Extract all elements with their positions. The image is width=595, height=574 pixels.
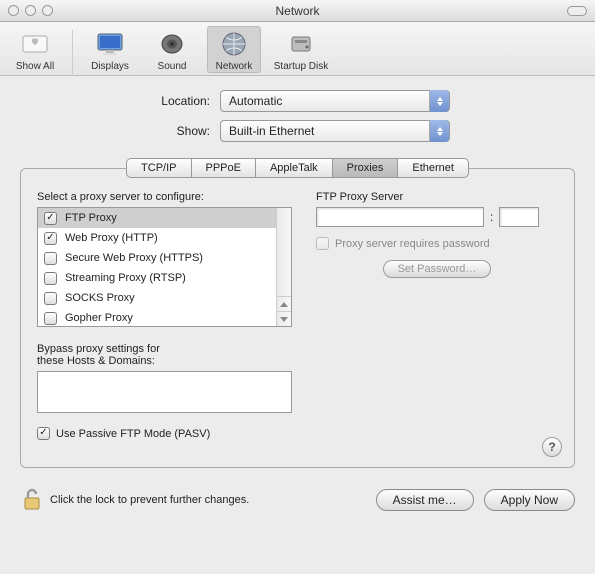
toolbar-label: Displays: [91, 61, 129, 72]
show-value: Built-in Ethernet: [229, 124, 314, 138]
content-area: Location: Automatic Show: Built-in Ether…: [0, 76, 595, 476]
passive-ftp-label: Use Passive FTP Mode (PASV): [56, 428, 210, 440]
tab-pppoe[interactable]: PPPoE: [191, 158, 256, 178]
close-window-button[interactable]: [8, 5, 19, 16]
window-title: Network: [0, 4, 595, 18]
startup-disk-icon: [285, 28, 317, 60]
toolbar-label: Startup Disk: [274, 61, 328, 72]
proxy-item-label: FTP Proxy: [65, 212, 117, 224]
tab-ethernet[interactable]: Ethernet: [397, 158, 469, 178]
proxy-list-rows: FTP Proxy Web Proxy (HTTP) Secure Web Pr…: [38, 208, 276, 326]
titlebar: Network: [0, 0, 595, 22]
apply-now-button[interactable]: Apply Now: [484, 489, 575, 511]
footer: Click the lock to prevent further change…: [0, 476, 595, 526]
proxy-port-input[interactable]: [499, 207, 539, 227]
toolbar-item-displays[interactable]: Displays: [83, 26, 137, 72]
proxy-item-label: Web Proxy (HTTP): [65, 232, 158, 244]
proxy-checkbox[interactable]: [44, 292, 57, 305]
requires-password-label: Proxy server requires password: [335, 238, 490, 250]
lock-text: Click the lock to prevent further change…: [50, 494, 249, 506]
proxy-list[interactable]: FTP Proxy Web Proxy (HTTP) Secure Web Pr…: [37, 207, 292, 327]
location-select[interactable]: Automatic: [220, 90, 450, 112]
tabs-wrap: TCP/IP PPPoE AppleTalk Proxies Ethernet …: [20, 158, 575, 468]
proxy-checkbox[interactable]: [44, 232, 57, 245]
location-label: Location:: [20, 94, 220, 108]
toolbar-item-network[interactable]: Network: [207, 26, 261, 73]
proxy-checkbox[interactable]: [44, 272, 57, 285]
lock-icon[interactable]: [20, 486, 44, 514]
proxy-list-item[interactable]: Gopher Proxy: [38, 308, 276, 326]
show-select[interactable]: Built-in Ethernet: [220, 120, 450, 142]
proxy-checkbox[interactable]: [44, 312, 57, 325]
toolbar-label: Show All: [16, 61, 54, 72]
proxy-list-item[interactable]: Streaming Proxy (RTSP): [38, 268, 276, 288]
bypass-label: Bypass proxy settings for these Hosts & …: [37, 343, 292, 367]
toolbar-label: Sound: [158, 61, 187, 72]
tab-proxies[interactable]: Proxies: [332, 158, 399, 178]
toolbar-item-startup-disk[interactable]: Startup Disk: [269, 26, 333, 72]
help-button[interactable]: ?: [542, 437, 562, 457]
requires-password-checkbox[interactable]: [316, 237, 329, 250]
proxy-item-label: Gopher Proxy: [65, 312, 133, 324]
proxy-list-item[interactable]: Web Proxy (HTTP): [38, 228, 276, 248]
location-value: Automatic: [229, 94, 282, 108]
proxy-checkbox[interactable]: [44, 212, 57, 225]
minimize-window-button[interactable]: [25, 5, 36, 16]
passive-ftp-checkbox[interactable]: [37, 427, 50, 440]
proxy-port-separator: :: [490, 210, 493, 224]
proxy-checkbox[interactable]: [44, 252, 57, 265]
select-proxy-label: Select a proxy server to configure:: [37, 191, 292, 203]
toolbar: Show All Displays Sound Network Startup …: [0, 22, 595, 76]
location-row: Location: Automatic: [20, 90, 575, 112]
network-icon: [218, 28, 250, 60]
proxy-item-label: Streaming Proxy (RTSP): [65, 272, 186, 284]
displays-icon: [94, 28, 126, 60]
toolbar-item-sound[interactable]: Sound: [145, 26, 199, 72]
select-arrows-icon: [429, 90, 449, 112]
window-controls: [8, 5, 53, 16]
proxy-server-label: FTP Proxy Server: [316, 191, 558, 203]
toolbar-label: Network: [216, 61, 253, 72]
proxy-item-label: Secure Web Proxy (HTTPS): [65, 252, 203, 264]
tab-tcpip[interactable]: TCP/IP: [126, 158, 191, 178]
bypass-textarea[interactable]: [37, 371, 292, 413]
scroll-up-button[interactable]: [277, 296, 291, 311]
proxy-list-item[interactable]: Secure Web Proxy (HTTPS): [38, 248, 276, 268]
proxy-item-label: SOCKS Proxy: [65, 292, 135, 304]
assist-me-button[interactable]: Assist me…: [376, 489, 474, 511]
zoom-window-button[interactable]: [42, 5, 53, 16]
apple-prefs-icon: [19, 28, 51, 60]
toolbar-divider: [72, 30, 73, 74]
toolbar-item-show-all[interactable]: Show All: [8, 26, 62, 72]
show-row: Show: Built-in Ethernet: [20, 120, 575, 142]
proxy-host-input[interactable]: [316, 207, 484, 227]
proxy-list-item[interactable]: FTP Proxy: [38, 208, 276, 228]
set-password-button[interactable]: Set Password…: [383, 260, 492, 278]
proxy-list-item[interactable]: SOCKS Proxy: [38, 288, 276, 308]
proxy-list-scrollbar[interactable]: [276, 208, 291, 326]
sound-icon: [156, 28, 188, 60]
tabbar: TCP/IP PPPoE AppleTalk Proxies Ethernet: [20, 158, 575, 178]
toolbar-toggle-button[interactable]: [567, 6, 587, 16]
select-arrows-icon: [429, 120, 449, 142]
scroll-down-button[interactable]: [277, 311, 291, 326]
proxies-panel: Select a proxy server to configure: FTP …: [20, 168, 575, 468]
tab-appletalk[interactable]: AppleTalk: [255, 158, 333, 178]
show-label: Show:: [20, 124, 220, 138]
